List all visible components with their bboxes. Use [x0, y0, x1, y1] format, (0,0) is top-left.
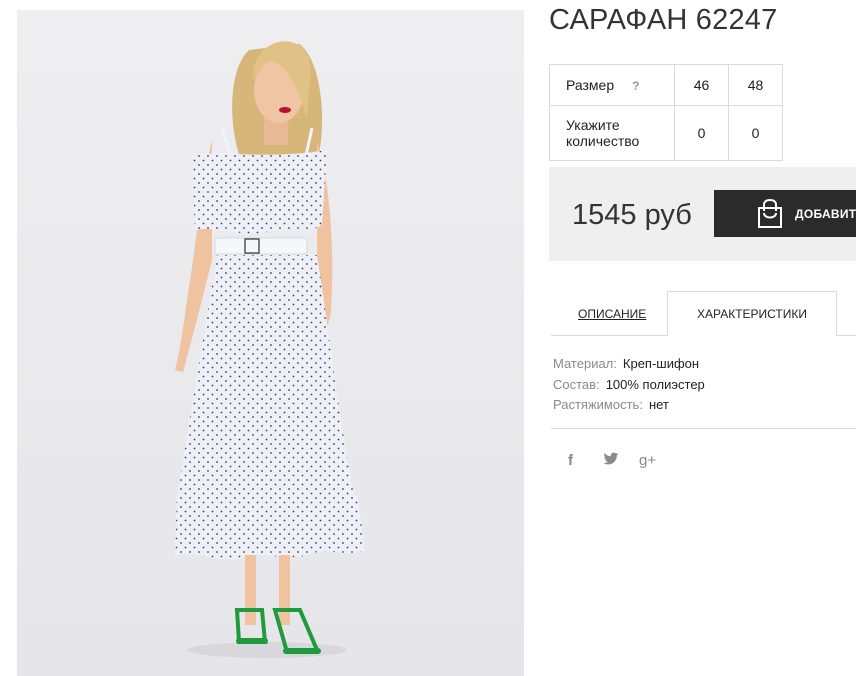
twitter-icon[interactable]	[603, 452, 619, 470]
size-quantity-table: Размер? 46 48 Укажите количество 0 0	[549, 64, 783, 161]
product-tabs: ОПИСАНИЕ ХАРАКТЕРИСТИКИ	[551, 291, 856, 336]
facebook-icon[interactable]: f	[568, 452, 573, 469]
quantity-input-48[interactable]: 0	[728, 105, 783, 161]
product-title: САРАФАН 62247	[549, 4, 778, 36]
spec-value: Креп-шифон	[622, 356, 700, 371]
size-help-icon[interactable]: ?	[632, 79, 639, 93]
price: 1545 руб	[572, 199, 692, 231]
size-option-48[interactable]: 48	[728, 64, 783, 106]
product-photo[interactable]	[17, 10, 524, 676]
spec-value: 100% полиэстер	[605, 376, 705, 392]
google-plus-icon[interactable]: g+	[639, 452, 656, 469]
add-to-cart-label: ДОБАВИТЬ В КОРЗИНУ	[795, 207, 856, 221]
section-divider	[551, 428, 856, 429]
spec-stretch: Растяжимость: нет	[553, 395, 705, 416]
tabs-divider	[836, 335, 856, 336]
price-box: 1545 руб ДОБАВИТЬ В КОРЗИНУ	[549, 167, 856, 261]
spec-composition: Состав: 100% полиэстер	[553, 375, 705, 396]
quantity-input-46[interactable]: 0	[674, 105, 729, 161]
quantity-label-cell: Укажите количество	[549, 105, 675, 161]
quantity-label: Укажите количество	[566, 117, 640, 149]
quantity-row: Укажите количество 0 0	[549, 105, 783, 161]
twitter-bird-glyph	[603, 452, 619, 465]
tab-characteristics[interactable]: ХАРАКТЕРИСТИКИ	[667, 291, 837, 336]
size-option-46[interactable]: 46	[674, 64, 729, 106]
shopping-bag-icon	[758, 199, 782, 228]
spec-key: Материал:	[553, 356, 617, 371]
size-label-cell: Размер?	[549, 64, 675, 106]
tabs-divider	[551, 335, 667, 336]
spec-key: Растяжимость:	[553, 397, 643, 412]
product-photo-illustration	[17, 10, 524, 676]
size-label: Размер	[566, 77, 615, 93]
add-to-cart-button[interactable]: ДОБАВИТЬ В КОРЗИНУ	[714, 190, 856, 237]
size-row: Размер? 46 48	[549, 64, 783, 106]
characteristics-list: Материал: Креп-шифон Состав: 100% полиэсте…	[553, 354, 705, 416]
spec-value: нет	[648, 397, 669, 412]
tab-description[interactable]: ОПИСАНИЕ	[578, 307, 646, 321]
spec-material: Материал: Креп-шифон	[553, 354, 705, 375]
spec-key: Состав:	[553, 376, 600, 392]
